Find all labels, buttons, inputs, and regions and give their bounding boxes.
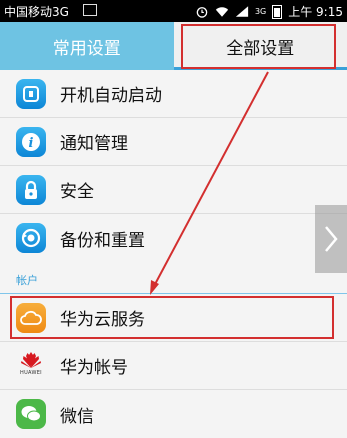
list-item-huawei-account[interactable]: HUAWEI 华为帐号 [0,342,347,390]
signal-icon [235,5,249,18]
network-type-badge: 3G [255,7,266,16]
list-item-huawei-cloud[interactable]: 华为云服务 [0,294,347,342]
next-page-button[interactable] [315,205,347,273]
wechat-icon [16,399,46,429]
chevron-right-icon [323,224,339,254]
info-icon: i [16,127,46,157]
list-item-label: 华为云服务 [60,305,145,330]
list-item-auto-start[interactable]: 开机自动启动 [0,70,347,118]
list-item-label: 安全 [60,177,94,202]
status-icons: 3G 上午 9:15 [195,3,343,20]
clock-time: 上午 9:15 [288,3,343,20]
list-item-label: 华为帐号 [60,353,128,378]
status-bar: 中国移动3G 3G 上午 9:15 [0,0,347,22]
image-icon [83,4,97,16]
battery-icon [272,5,282,19]
settings-list: 开机自动启动 i 通知管理 安全 备份和重置 [0,70,347,438]
cloud-icon [16,303,46,333]
huawei-logo-icon: HUAWEI [16,351,46,381]
tab-all-settings[interactable]: 全部设置 [174,22,347,70]
tab-common-settings[interactable]: 常用设置 [0,22,174,70]
huawei-logo-text: HUAWEI [20,370,42,376]
list-item-notifications[interactable]: i 通知管理 [0,118,347,166]
list-item-label: 备份和重置 [60,226,145,251]
list-item-wechat[interactable]: 微信 [0,390,347,438]
tab-label: 常用设置 [53,34,121,59]
carrier-label: 中国移动3G [4,3,69,20]
lock-icon [16,175,46,205]
section-header-account: 帐户 [0,262,347,294]
svg-text:i: i [29,136,34,151]
tab-label: 全部设置 [226,34,294,59]
wifi-icon [215,5,229,18]
list-item-label: 开机自动启动 [60,81,162,106]
backup-icon [16,223,46,253]
alarm-icon [195,5,209,18]
list-item-backup-reset[interactable]: 备份和重置 [0,214,347,262]
list-item-label: 通知管理 [60,129,128,154]
list-item-label: 微信 [60,402,94,427]
power-on-icon [16,79,46,109]
list-item-security[interactable]: 安全 [0,166,347,214]
settings-tabs: 常用设置 全部设置 [0,22,347,70]
